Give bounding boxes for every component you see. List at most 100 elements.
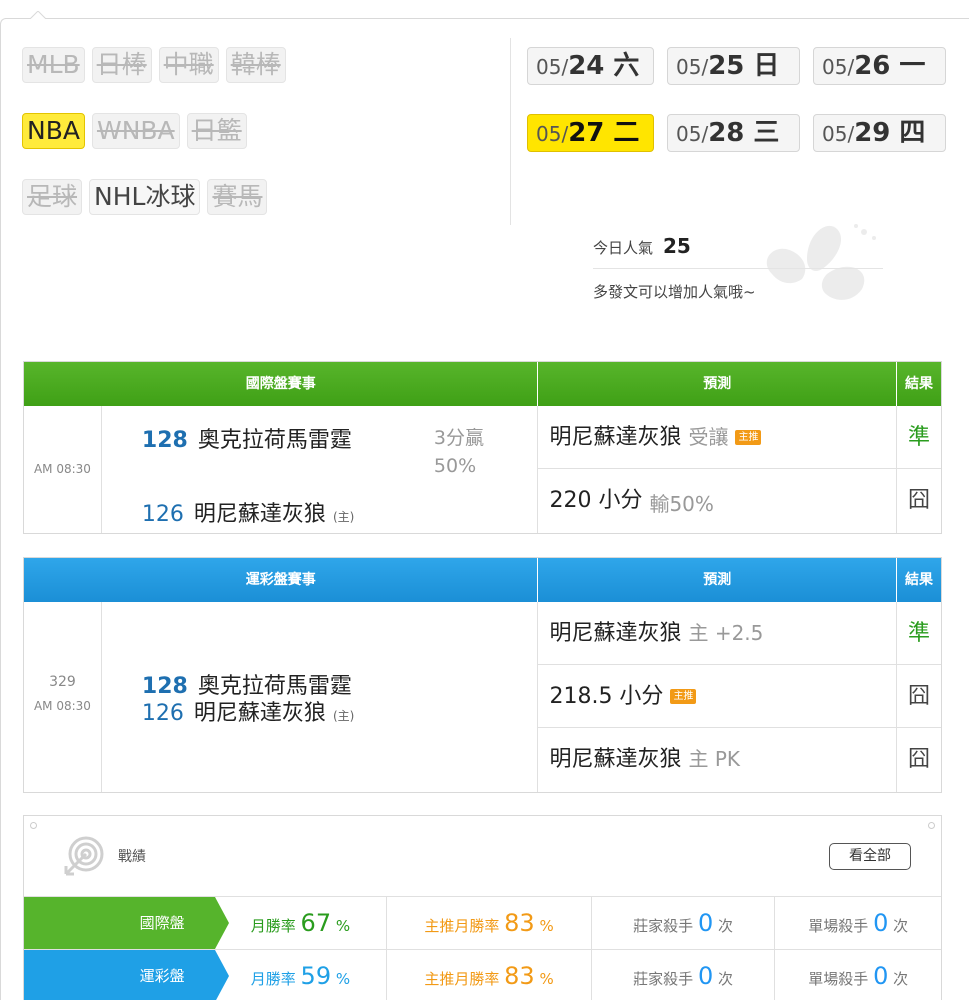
record-title: 戰績 [118,849,146,865]
result-hit: 準 [897,406,942,469]
stat-label: 莊家殺手 [633,970,694,988]
intl-table: 國際盤賽事 預測 結果 AM 08:30 128 奧克拉荷馬雷霆 126 明尼蘇達灰… [23,361,942,534]
stat-label: 月勝率 [250,970,296,988]
home-tag: (主) [332,510,355,524]
prediction-item: 明尼蘇達灰狼 主 +2.5 [538,602,897,665]
prediction-sub: 主 +2.5 [688,621,764,645]
main-pick-badge: 主推 [735,430,762,445]
date-prefix: 05/ [676,55,709,79]
sport-tag-soccer[interactable]: 足球 [22,179,83,215]
sport-tag-kbo[interactable]: 韓棒 [225,47,286,83]
intl-table-header: 國際盤賽事 預測 結果 [24,362,941,406]
spread-line: 3分贏 [433,427,485,449]
dealer-killer: 莊家殺手 0 次 [592,897,776,949]
popularity-value: 25 [663,234,691,258]
lottery-table: 運彩盤賽事 預測 結果 329 AM 08:30 128 奧克拉荷馬雷霆 126 明… [23,557,942,793]
sport-tag-nhl[interactable]: NHL冰球 [89,179,201,215]
result-miss: 囧 [897,665,942,728]
spread-info: 3分贏 50% [434,424,484,480]
game-time-text: AM 08:30 [33,699,91,713]
single-killer: 單場殺手 0 次 [775,897,941,949]
target-icon [64,836,104,876]
date-picker: 05/24 六 05/25 日 05/26 一 05/27 二 05/28 三 … [527,47,946,181]
monthly-win-rate: 月勝率 59 % [215,950,388,1000]
prediction-sub: 受讓 [688,425,729,449]
sport-tag-npb[interactable]: 日棒 [91,47,152,83]
stat-value: 83 [504,909,535,937]
col-prediction: 預測 [538,362,898,406]
date-0527[interactable]: 05/27 二 [527,114,654,152]
stat-value: 59 [300,962,332,990]
stat-label: 月勝率 [250,917,296,935]
home-team: 126 明尼蘇達灰狼 (主) [142,496,354,528]
game-time: 329 AM 08:30 [24,602,102,792]
col-prediction: 預測 [538,558,898,602]
game-time: AM 08:30 [24,406,102,533]
divider [510,38,511,225]
stat-unit: % [335,970,351,988]
stat-label: 莊家殺手 [633,917,694,935]
notch-arrow [30,11,46,19]
prediction-text: 明尼蘇達灰狼 [549,425,682,450]
prediction-item: 明尼蘇達灰狼 受讓 主推 [538,406,897,469]
record-row-lottery: 運彩盤 月勝率 59 % 主推月勝率 83 % 莊家殺手 0 次 單場殺手 0 … [24,950,941,1000]
record-row-intl: 國際盤 月勝率 67 % 主推月勝率 83 % 莊家殺手 0 次 單場殺手 0 … [24,897,941,950]
date-prefix: 05/ [822,55,855,79]
stat-unit: 次 [893,970,909,988]
sport-tag-horse[interactable]: 賽馬 [207,179,268,215]
sport-tag-mlb[interactable]: MLB [22,47,85,83]
date-day: 26 一 [854,51,926,81]
sport-tag-nba[interactable]: NBA [22,113,85,149]
intl-predictions: 明尼蘇達灰狼 受讓 主推 220 小分 輸50% [538,406,898,533]
home-score: 126 [141,701,184,726]
prediction-sub: 輸50% [649,492,714,516]
sport-tags: MLB 日棒 中職 韓棒 NBA WNBA 日籃 足球 NHL冰球 賽馬 [22,47,502,245]
stat-label: 主推月勝率 [424,970,500,988]
date-prefix: 05/ [536,55,569,79]
stat-label: 主推月勝率 [424,917,500,935]
stat-unit: % [335,917,351,935]
date-0526[interactable]: 05/26 一 [813,47,946,85]
sport-tag-wnba[interactable]: WNBA [91,113,180,149]
intl-matchup: 128 奧克拉荷馬雷霆 126 明尼蘇達灰狼 (主) 3分贏 50% [102,406,539,533]
stat-unit: 次 [718,970,734,988]
lottery-predictions: 明尼蘇達灰狼 主 +2.5 218.5 小分 主推 明尼蘇達灰狼 主 PK [538,602,898,792]
date-day: 29 四 [854,118,926,148]
home-team: 126 明尼蘇達灰狼 (主) [142,695,354,727]
result-miss: 囧 [908,488,931,513]
home-tag: (主) [332,709,355,723]
sport-tag-jbasket[interactable]: 日籃 [186,113,247,149]
away-team: 128 奧克拉荷馬雷霆 [142,422,352,454]
date-day: 25 日 [708,51,780,81]
record-panel: 戰績 看全部 國際盤 月勝率 67 % 主推月勝率 83 % 莊家殺手 0 次 … [23,815,942,1000]
stat-value: 0 [873,962,889,990]
prediction-text: 218.5 小分 [549,684,664,709]
home-name: 明尼蘇達灰狼 [193,701,326,726]
date-day: 27 二 [568,118,640,148]
date-0524[interactable]: 05/24 六 [527,47,654,85]
sport-tag-cpbl[interactable]: 中職 [158,47,219,83]
record-header: 戰績 看全部 [24,816,941,897]
stat-unit: % [539,970,554,988]
lottery-results: 準 囧 囧 [897,602,942,792]
popularity-label: 今日人氣 [593,239,654,257]
popularity-hint: 多發文可以增加人氣哦~ [593,283,756,301]
prediction-item: 218.5 小分 主推 [538,665,897,728]
dealer-killer: 莊家殺手 0 次 [592,950,776,1000]
main-pick-win-rate: 主推月勝率 83 % [387,897,592,949]
game-number: 329 [49,674,76,690]
view-all-button[interactable]: 看全部 [829,843,911,870]
home-name: 明尼蘇達灰狼 [193,502,326,527]
prediction-text: 明尼蘇達灰狼 [549,621,682,646]
stat-unit: 次 [893,917,909,935]
record-label: 國際盤 [24,897,229,949]
col-game: 運彩盤賽事 [24,558,539,602]
date-0529[interactable]: 05/29 四 [813,114,946,152]
prediction-item: 明尼蘇達灰狼 主 PK [538,728,896,791]
stat-unit: % [539,917,554,935]
stat-value: 0 [697,909,714,937]
away-score: 128 [141,428,188,453]
date-0528[interactable]: 05/28 三 [667,114,800,152]
date-0525[interactable]: 05/25 日 [667,47,800,85]
away-name: 奧克拉荷馬雷霆 [197,428,352,453]
